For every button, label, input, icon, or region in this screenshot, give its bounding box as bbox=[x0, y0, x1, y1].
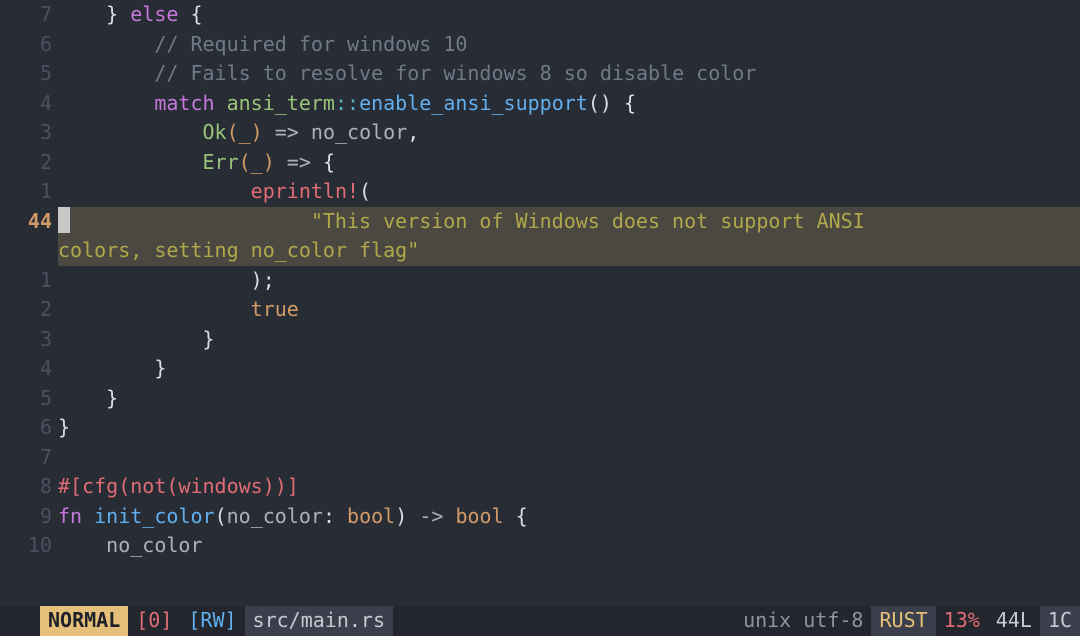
gutter-relnum: 6 bbox=[0, 30, 58, 60]
gutter-relnum: 3 bbox=[0, 325, 58, 355]
code-line: 4 match ansi_term::enable_ansi_support()… bbox=[0, 89, 1080, 119]
gutter-relnum: 9 bbox=[0, 502, 58, 532]
code-line: 1 ); bbox=[0, 266, 1080, 296]
line-count: 44L bbox=[988, 606, 1040, 636]
code-line: 8 #[cfg(not(windows))] bbox=[0, 472, 1080, 502]
gutter-relnum bbox=[0, 236, 58, 266]
code-line: 1 eprintln!( bbox=[0, 177, 1080, 207]
code-line-wrap: colors, setting no_color flag" bbox=[0, 236, 1080, 266]
cursor-block bbox=[58, 207, 70, 233]
code-line: 3 Ok(_) => no_color, bbox=[0, 118, 1080, 148]
readwrite-indicator: [RW] bbox=[180, 606, 244, 636]
code-line: 7 } else { bbox=[0, 0, 1080, 30]
code-line: 5 // Fails to resolve for windows 8 so d… bbox=[0, 59, 1080, 89]
gutter-absnum: 44 bbox=[0, 207, 58, 237]
code-line: 2 Err(_) => { bbox=[0, 148, 1080, 178]
code-line: 6 } bbox=[0, 413, 1080, 443]
gutter-relnum: 2 bbox=[0, 148, 58, 178]
gutter-relnum: 10 bbox=[0, 531, 58, 561]
mode-indicator: NORMAL bbox=[40, 606, 128, 636]
code-line: 3 } bbox=[0, 325, 1080, 355]
code-editor[interactable]: 7 } else { 6 // Required for windows 10 … bbox=[0, 0, 1080, 606]
code-line: 4 } bbox=[0, 354, 1080, 384]
code-line: 6 // Required for windows 10 bbox=[0, 30, 1080, 60]
gutter-relnum: 4 bbox=[0, 89, 58, 119]
language-indicator: RUST bbox=[871, 606, 935, 636]
status-bar: NORMAL [0] [RW] src/main.rs unix utf-8 R… bbox=[0, 606, 1080, 636]
gutter-relnum: 2 bbox=[0, 295, 58, 325]
gutter-relnum: 1 bbox=[0, 177, 58, 207]
gutter-relnum: 5 bbox=[0, 59, 58, 89]
code-line: 10 no_color bbox=[0, 531, 1080, 561]
code-line: 9 fn init_color(no_color: bool) -> bool … bbox=[0, 502, 1080, 532]
encoding-indicator: unix utf-8 bbox=[735, 606, 871, 636]
file-path: src/main.rs bbox=[245, 606, 393, 636]
gutter-relnum: 3 bbox=[0, 118, 58, 148]
code-line: 2 true bbox=[0, 295, 1080, 325]
code-line: 7 bbox=[0, 443, 1080, 473]
gutter-relnum: 7 bbox=[0, 443, 58, 473]
gutter-relnum: 5 bbox=[0, 384, 58, 414]
gutter-relnum: 1 bbox=[0, 266, 58, 296]
gutter-relnum: 6 bbox=[0, 413, 58, 443]
scroll-percent: 13% bbox=[936, 606, 988, 636]
gutter-relnum: 7 bbox=[0, 0, 58, 30]
buffer-indicator: [0] bbox=[128, 606, 180, 636]
code-line: 5 } bbox=[0, 384, 1080, 414]
column-indicator: 1C bbox=[1040, 606, 1080, 636]
code-line-current: 44 "This version of Windows does not sup… bbox=[0, 207, 1080, 237]
gutter-relnum: 8 bbox=[0, 472, 58, 502]
gutter-relnum: 4 bbox=[0, 354, 58, 384]
